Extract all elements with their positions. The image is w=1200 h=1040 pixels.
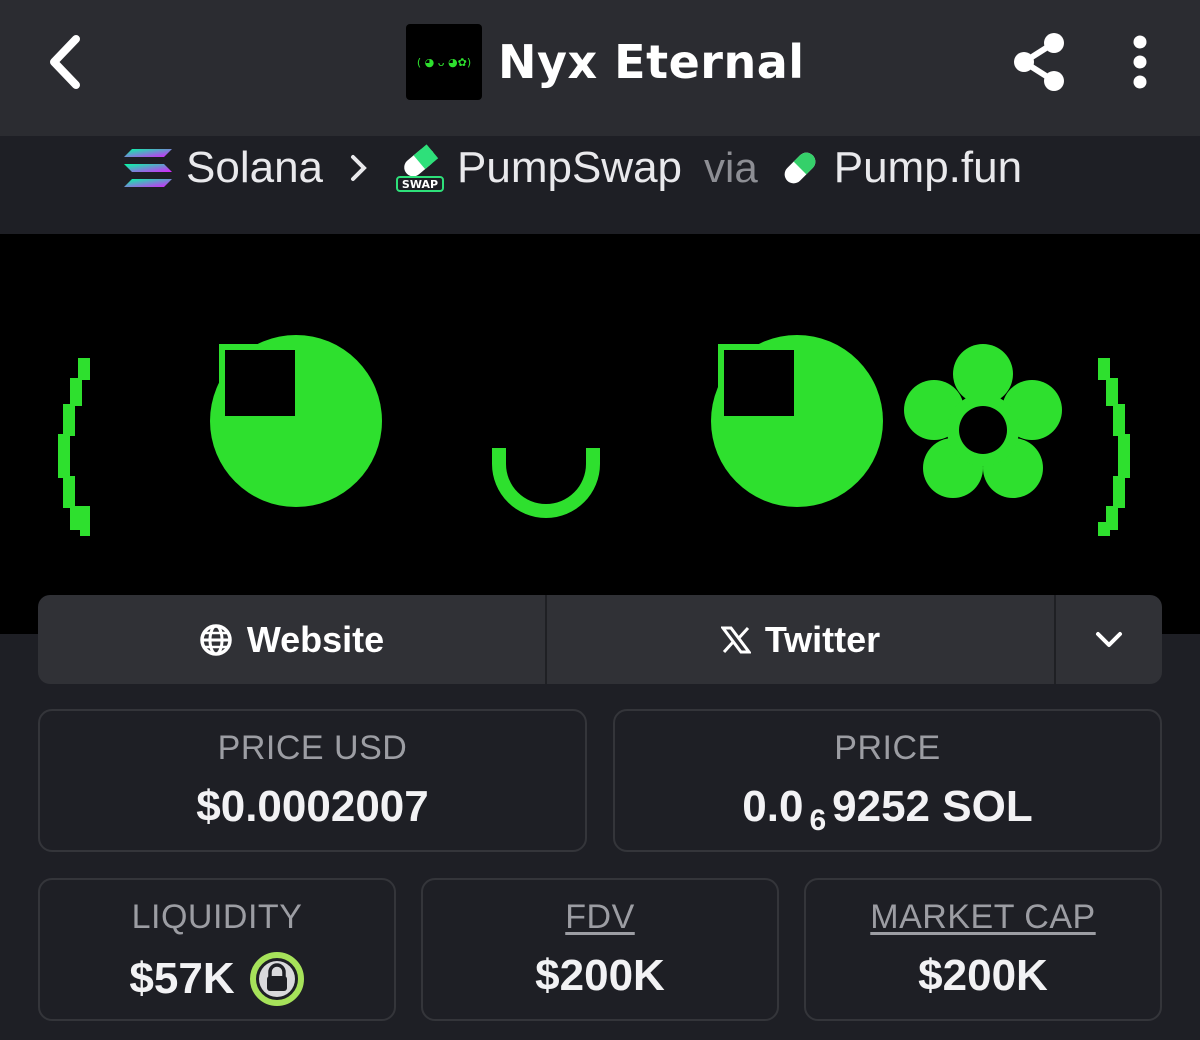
fdv-card[interactable]: FDV $200K xyxy=(421,878,779,1021)
svg-text:( ◕ ᴗ ◕✿): ( ◕ ᴗ ◕✿) xyxy=(417,56,471,69)
market-cap-value: $200K xyxy=(918,951,1048,1000)
more-vertical-icon xyxy=(1133,35,1147,89)
page-title: Nyx Eternal xyxy=(498,35,805,89)
liquidity-value: $57K xyxy=(129,954,235,1003)
liquidity-value-row: $57K xyxy=(40,951,394,1007)
via-text: via xyxy=(704,144,758,191)
breadcrumb-chain[interactable]: Solana xyxy=(122,143,323,193)
flower-shape xyxy=(904,344,1062,498)
mouth-shape xyxy=(492,448,600,518)
market-cap-card[interactable]: MARKET CAP $200K xyxy=(804,878,1162,1021)
kaomoji-banner-art xyxy=(58,335,1130,536)
breadcrumb: Solana SWAP PumpSwap via Pump.fun xyxy=(0,136,1200,234)
more-links-dropdown[interactable] xyxy=(1056,595,1162,684)
token-thumbnail: ( ◕ ᴗ ◕✿) xyxy=(406,24,482,100)
lock-icon[interactable] xyxy=(249,951,305,1007)
breadcrumb-chain-label: Solana xyxy=(186,143,324,192)
price-suffix: 9252 SOL xyxy=(832,782,1033,831)
chevron-down-icon xyxy=(1096,631,1122,647)
token-banner xyxy=(0,234,1200,634)
share-icon xyxy=(1014,33,1064,91)
solana-icon xyxy=(122,147,174,189)
app-header: ( ◕ ᴗ ◕✿) Nyx Eternal xyxy=(0,0,1200,136)
price-native-value: 0.0 6 9252 SOL xyxy=(615,782,1160,837)
price-usd-label: PRICE USD xyxy=(217,729,408,767)
back-button[interactable] xyxy=(36,30,92,94)
liquidity-label: LIQUIDITY xyxy=(131,898,303,936)
price-usd-value: $0.0002007 xyxy=(196,782,429,831)
website-button[interactable]: Website xyxy=(38,595,547,684)
left-paren-shape xyxy=(58,358,90,536)
price-usd-card: PRICE USD $0.0002007 xyxy=(38,709,587,852)
market-cap-label: MARKET CAP xyxy=(870,898,1096,936)
breadcrumb-dex[interactable]: SWAP PumpSwap xyxy=(395,143,682,193)
more-options-button[interactable] xyxy=(1116,30,1164,94)
chevron-left-icon xyxy=(50,35,80,89)
left-eye-shape xyxy=(210,335,382,507)
price-zero-count: 6 xyxy=(809,804,827,837)
breadcrumb-dex-label: PumpSwap xyxy=(457,143,683,192)
fdv-value: $200K xyxy=(535,951,665,1000)
token-title-group: ( ◕ ᴗ ◕✿) Nyx Eternal xyxy=(406,24,805,100)
social-links-bar: Website Twitter xyxy=(38,595,1162,684)
fdv-label: FDV xyxy=(565,898,635,936)
price-prefix: 0.0 xyxy=(742,782,804,831)
x-icon xyxy=(720,626,751,654)
right-paren-shape xyxy=(1098,358,1130,536)
liquidity-card: LIQUIDITY $57K xyxy=(38,878,396,1021)
pill-icon xyxy=(778,146,822,190)
breadcrumb-launchpad[interactable]: Pump.fun xyxy=(778,143,1022,193)
pumpswap-icon: SWAP xyxy=(395,143,445,193)
price-native-card: PRICE 0.0 6 9252 SOL xyxy=(613,709,1162,852)
website-label: Website xyxy=(246,618,385,660)
right-eye-shape xyxy=(711,335,883,507)
svg-text:SWAP: SWAP xyxy=(402,178,438,191)
token-kaomoji-thumb: ( ◕ ᴗ ◕✿) xyxy=(417,56,471,69)
price-native-label: PRICE xyxy=(834,729,941,767)
share-button[interactable] xyxy=(1004,26,1074,98)
breadcrumb-launchpad-label: Pump.fun xyxy=(833,143,1023,192)
twitter-label: Twitter xyxy=(764,618,881,660)
twitter-button[interactable]: Twitter xyxy=(547,595,1056,684)
chevron-right-icon xyxy=(349,153,369,183)
globe-icon xyxy=(199,623,233,657)
